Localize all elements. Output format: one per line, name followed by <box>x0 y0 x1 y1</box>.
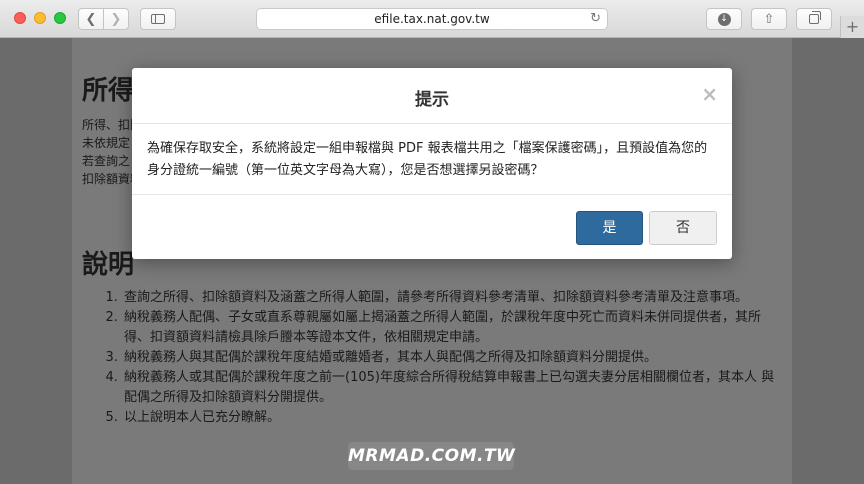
intro-paragraph: 所得、扣除額 未依規定 若查詢之 扣除額資料 <box>82 116 138 188</box>
close-icon[interactable]: × <box>701 82 718 106</box>
chevron-right-icon: ❯ <box>110 11 122 27</box>
section-title: 說明 <box>82 250 135 280</box>
share-button[interactable]: ⇧ <box>751 8 787 30</box>
zoom-window-button[interactable] <box>54 12 66 24</box>
intro-line: 未依規定 <box>82 136 131 150</box>
list-item: 以上說明本人已充分瞭解。 <box>122 408 782 428</box>
show-tabs-button[interactable] <box>796 8 832 30</box>
sidebar-button[interactable] <box>140 8 176 30</box>
download-icon: ↓ <box>717 12 731 26</box>
dialog-message: 為確保存取安全，系統將設定一組申報檔與 PDF 報表檔共用之「檔案保護密碼」，且… <box>147 141 708 178</box>
intro-line: 所得、扣除額 <box>82 118 138 132</box>
tabs-icon <box>809 11 821 24</box>
back-button[interactable]: ❮ <box>78 8 104 30</box>
close-window-button[interactable] <box>14 12 26 24</box>
no-button[interactable]: 否 <box>649 211 717 245</box>
dialog-footer: 是 否 <box>132 194 732 259</box>
yes-button[interactable]: 是 <box>576 211 643 245</box>
minimize-window-button[interactable] <box>34 12 46 24</box>
prompt-dialog: 提示 × 為確保存取安全，系統將設定一組申報檔與 PDF 報表檔共用之「檔案保護… <box>132 68 732 259</box>
address-bar[interactable]: efile.tax.nat.gov.tw ↻ <box>256 8 608 30</box>
notes-list: 查詢之所得、扣除額資料及涵蓋之所得人範圍，請參考所得資料參考清單、扣除額資料參考… <box>102 288 782 428</box>
list-item: 納稅義務人與其配偶於課稅年度結婚或離婚者，其本人與配偶之所得及扣除額資料分開提供… <box>122 348 782 368</box>
list-item: 納稅義務人配偶、子女或直系尊親屬如屬上揭涵蓋之所得人範圍，於課稅年度中死亡而資料… <box>122 308 782 348</box>
reload-icon[interactable]: ↻ <box>590 9 601 29</box>
new-tab-button[interactable]: + <box>840 16 864 38</box>
watermark-logo: MRMAD.COM.TW <box>348 442 515 470</box>
dialog-title: 提示 <box>415 90 449 110</box>
list-item: 納稅義務人或其配偶於課稅年度之前一(105)年度綜合所得稅結算申報書上已勾選夫妻… <box>122 368 782 408</box>
sidebar-icon <box>151 14 165 24</box>
dialog-header: 提示 × <box>132 68 732 124</box>
downloads-button[interactable]: ↓ <box>706 8 742 30</box>
browser-toolbar: ❮ ❯ efile.tax.nat.gov.tw ↻ ↓ ⇧ + <box>0 0 864 38</box>
list-item: 查詢之所得、扣除額資料及涵蓋之所得人範圍，請參考所得資料參考清單、扣除額資料參考… <box>122 288 782 308</box>
url-text: efile.tax.nat.gov.tw <box>374 12 490 26</box>
intro-line: 扣除額資料 <box>82 172 138 186</box>
share-icon: ⇧ <box>763 11 775 27</box>
forward-button[interactable]: ❯ <box>103 8 129 30</box>
chevron-left-icon: ❮ <box>85 11 97 27</box>
intro-line: 若查詢之 <box>82 154 131 168</box>
